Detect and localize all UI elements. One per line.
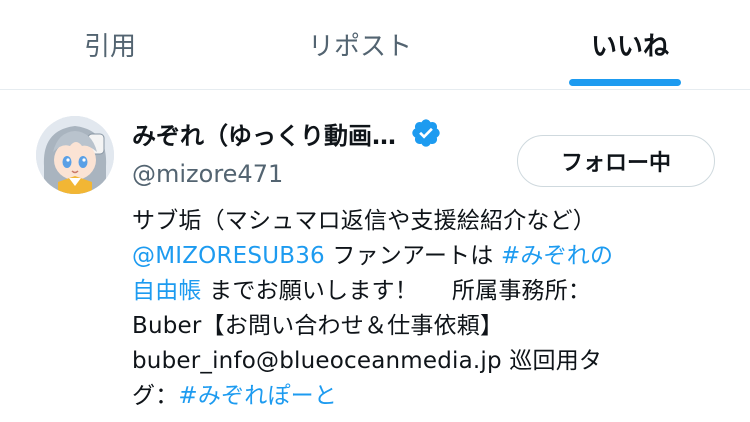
- following-button[interactable]: フォロー中: [517, 135, 715, 187]
- bio-line: buber_info@blueoceanmedia.jp 巡回用タ: [132, 348, 603, 374]
- hashtag-link[interactable]: 自由帳: [132, 278, 202, 304]
- bio-text: 所属事務所：: [451, 278, 592, 304]
- verified-badge-icon: [410, 117, 442, 149]
- tab-likes[interactable]: いいね: [520, 0, 740, 89]
- bio-text: ファンアートは: [324, 243, 501, 269]
- bio-line: 自由帳 までお願いします！ 所属事務所：: [132, 274, 732, 309]
- tab-quotes[interactable]: 引用: [0, 0, 220, 89]
- user-bio: サブ垢（マシュマロ返信や支援絵紹介など） @MIZORESUB36 ファンアート…: [132, 204, 732, 414]
- bio-line: @MIZORESUB36 ファンアートは #みぞれの: [132, 239, 732, 274]
- mention-link[interactable]: @MIZORESUB36: [132, 243, 325, 269]
- hashtag-link[interactable]: #みぞれぽーと: [178, 383, 337, 409]
- hashtag-link[interactable]: #みぞれの: [501, 243, 613, 269]
- bio-line: サブ垢（マシュマロ返信や支援絵紹介など）: [132, 208, 596, 234]
- name-line: みぞれ（ゆっくり動画…: [132, 116, 442, 150]
- user-handle: @mizore471: [132, 160, 284, 188]
- bio-line: Buber【お問い合わせ＆仕事依頼】: [132, 313, 504, 339]
- display-name[interactable]: みぞれ（ゆっくり動画…: [132, 116, 396, 151]
- avatar-image: [36, 116, 114, 194]
- tab-bar: 引用 リポスト いいね: [0, 0, 750, 90]
- bio-line: グ：#みぞれぽーと: [132, 379, 732, 414]
- bio-text: グ：: [132, 383, 179, 409]
- tab-reposts[interactable]: リポスト: [250, 0, 470, 89]
- avatar[interactable]: [36, 116, 114, 194]
- bio-text: までお願いします！: [201, 278, 418, 304]
- user-cell[interactable]: みぞれ（ゆっくり動画… @mizore471 フォロー中 サブ垢（マシュマロ返信…: [0, 90, 750, 422]
- active-tab-indicator: [569, 79, 681, 86]
